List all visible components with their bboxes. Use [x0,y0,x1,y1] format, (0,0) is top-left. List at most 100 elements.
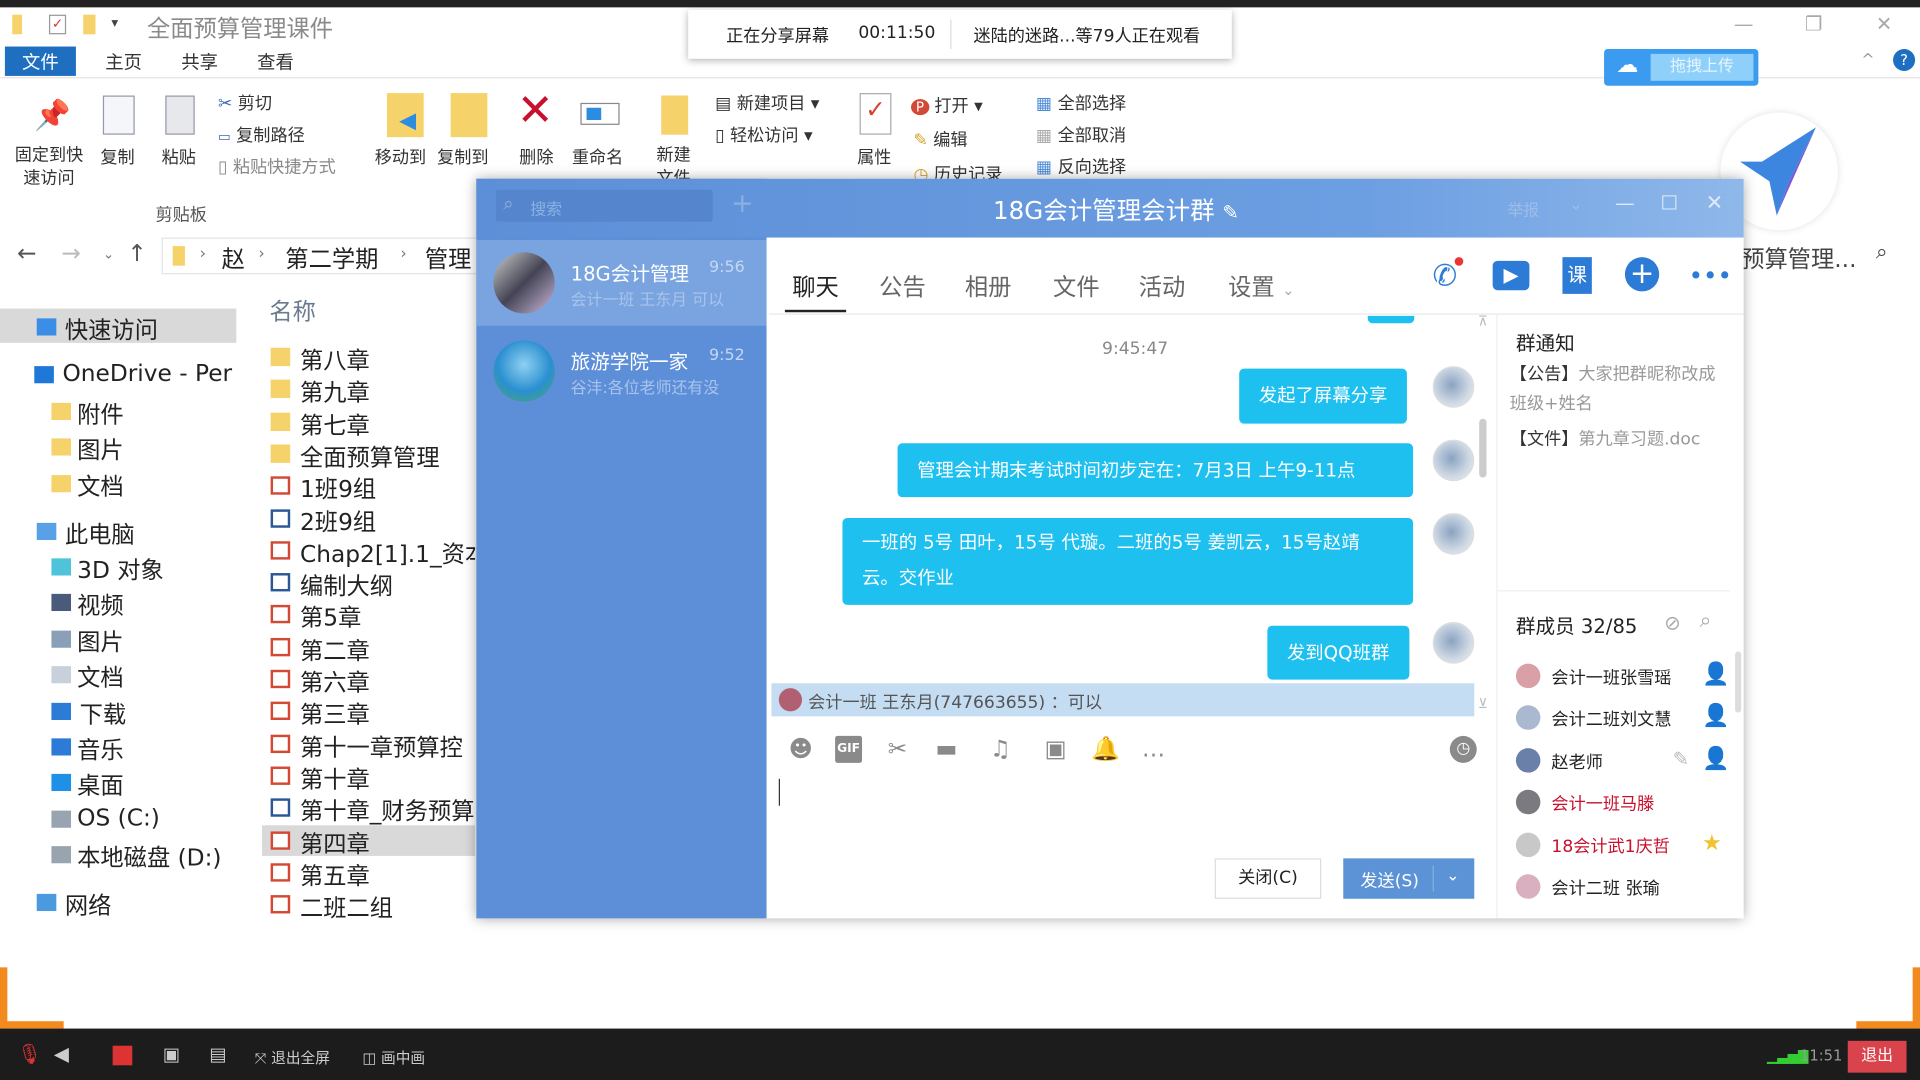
member-item[interactable]: 会计二班刘文慧 👤 [1515,702,1732,736]
properties-button[interactable]: 属性 [857,144,891,168]
tab-chat[interactable]: 聊天 [792,269,839,302]
nav-item[interactable]: 本地磁盘 (D:) [51,840,244,872]
new-message-notification[interactable]: 会计一班 王东月(747663655) ：可以 [771,683,1475,717]
maximize-button[interactable]: ❐ [1805,12,1823,35]
avatar[interactable] [1432,439,1475,482]
exit-meeting-button[interactable]: 退出 [1847,1040,1907,1073]
avatar[interactable] [1432,513,1475,555]
close-chat-button[interactable]: 关闭(C) [1214,858,1322,899]
minimize-button[interactable]: — [1615,191,1635,214]
music-icon[interactable]: ♫ [987,736,1014,763]
conversation-item[interactable]: 旅游学院一家 9:52 谷沣:各位老师还有没 [476,328,766,414]
copy-to-button[interactable]: 复制到 [437,144,488,168]
add-button[interactable]: + [731,189,754,220]
close-button[interactable]: ✕ [1876,12,1892,35]
nav-item[interactable]: 下载 [51,697,244,729]
exit-fullscreen-button[interactable]: ⤧ 退出全屏 [255,1047,330,1068]
file-item[interactable]: 第十章_财务预算 [300,794,475,827]
column-header-name[interactable]: 名称 [269,294,316,327]
more-icon[interactable]: ••• [1689,257,1732,294]
gif-icon[interactable]: GIF [835,735,863,763]
scroll-top-icon[interactable]: ⊼ [1478,313,1488,329]
search-icon[interactable]: ⌕ [1876,240,1888,264]
breadcrumb-item[interactable]: 管理 [425,241,472,274]
scroll-bottom-icon[interactable]: ⊻ [1478,696,1488,712]
member-item[interactable]: 18会计武1庆哲 ★ [1515,828,1732,862]
video-call-icon[interactable]: ▶ [1492,260,1530,291]
file-item[interactable]: 第四章 [300,826,370,859]
file-item[interactable]: 第十章 [300,761,370,794]
member-search-icon[interactable]: ⌕ [1700,609,1712,633]
member-item[interactable]: 会计一班张雪瑶 👤 [1515,660,1732,694]
edit-icon[interactable]: ✎ [1222,201,1238,224]
tab-activity[interactable]: 活动 [1139,269,1186,302]
file-item[interactable]: 第5章 [300,600,361,633]
chat-icon[interactable]: ▤ [209,1043,226,1065]
rename-button[interactable]: 重命名 [572,144,623,168]
minimize-button[interactable]: — [1734,12,1754,35]
select-none-button[interactable]: 全部取消 [1058,126,1127,146]
history-clock-icon[interactable]: ◷ [1449,735,1477,763]
nav-item[interactable]: 文档 [51,469,244,501]
pip-button[interactable]: ◫ 画中画 [362,1047,425,1068]
member-item[interactable]: 会计二班 张瑜 [1515,871,1732,905]
avatar[interactable] [1432,366,1475,408]
nav-item[interactable]: 视频 [51,588,244,620]
nav-item[interactable]: 3D 对象 [51,552,244,584]
paste-shortcut-button[interactable]: 粘贴快捷方式 [233,158,336,178]
tab-announcement[interactable]: 公告 [879,269,926,302]
chat-scrollbar[interactable] [1479,418,1487,478]
speaker-icon[interactable]: ◀ [54,1042,69,1065]
image-icon[interactable]: ▣ [1042,736,1069,763]
nav-item[interactable]: OneDrive - Per [34,360,245,389]
up-button[interactable]: ↑ [127,240,146,267]
scissors-icon[interactable]: ✂ [884,736,911,763]
copy-button[interactable]: 复制 [100,144,134,168]
help-icon[interactable]: ? [1893,48,1916,72]
new-folder-button[interactable]: 新建文件夹 [656,144,698,179]
file-item[interactable]: 第二章 [300,633,370,666]
pin-button[interactable]: 固定到快速访问 [10,144,88,191]
member-item[interactable]: 会计一班马滕 [1515,786,1732,820]
invert-selection-button[interactable]: 反向选择 [1058,158,1127,178]
avatar[interactable] [1432,622,1475,664]
maximize-button[interactable]: ☐ [1660,191,1678,214]
mic-muted-icon[interactable]: 🎙 [17,1042,42,1065]
close-button[interactable]: ✕ [1706,191,1723,215]
phone-icon[interactable]: ✆ [1427,257,1464,294]
file-item[interactable]: 第三章 [300,697,370,730]
breadcrumb-item[interactable]: 第二学期 [285,241,378,274]
file-item[interactable]: 编制大纲 [300,568,393,601]
nav-item[interactable]: 网络 [36,888,245,920]
file-item[interactable]: 二班二组 [300,890,393,923]
more-icon[interactable]: … [1140,736,1167,763]
chat-message[interactable]: 发起了屏幕分享 [1239,368,1407,424]
file-item[interactable]: 第九章 [300,375,370,408]
chat-message[interactable]: 管理会计期末考试时间初步定在：7月3日 上午9-11点 [897,443,1414,498]
chat-message[interactable]: 一班的 5号 田叶，15号 代璇。二班的5号 姜凯云，15号赵靖云。交作业 [842,517,1414,605]
file-item[interactable]: 第七章 [300,407,370,440]
file-item[interactable]: 1班9组 [300,472,376,505]
tab-view[interactable]: 查看 [240,47,311,76]
easy-access-button[interactable]: 轻松访问 [730,126,799,146]
file-item[interactable]: Chap2[1].1_资本 [300,536,475,569]
add-icon[interactable]: + [1624,257,1660,292]
nav-item[interactable]: 附件 [51,397,244,429]
file-item[interactable]: 2班9组 [300,504,376,537]
nav-item[interactable]: 音乐 [51,732,244,764]
cut-button[interactable]: 剪切 [238,94,272,114]
nav-item[interactable]: 图片 [51,432,244,464]
new-item-button[interactable]: 新建项目 [737,94,806,114]
file-item[interactable]: 第十一章预算控 [300,729,463,762]
tab-file[interactable]: 文件 [4,46,76,76]
dropdown-icon[interactable]: ⌄ [1569,195,1583,215]
back-button[interactable]: ← [17,240,36,267]
recent-dropdown-icon[interactable]: ⌄ [103,246,114,262]
copy-path-button[interactable]: 复制路径 [236,126,305,146]
file-item[interactable]: 第五章 [300,858,370,891]
tab-home[interactable]: 主页 [88,47,159,76]
message-input[interactable] [771,767,1474,840]
conversation-item[interactable]: 18G会计管理 9:56 会计一班 王东月 可以 [476,240,767,326]
nav-item[interactable]: 图片 [51,624,244,656]
qat-dropdown-icon[interactable]: ▾ [111,15,118,31]
